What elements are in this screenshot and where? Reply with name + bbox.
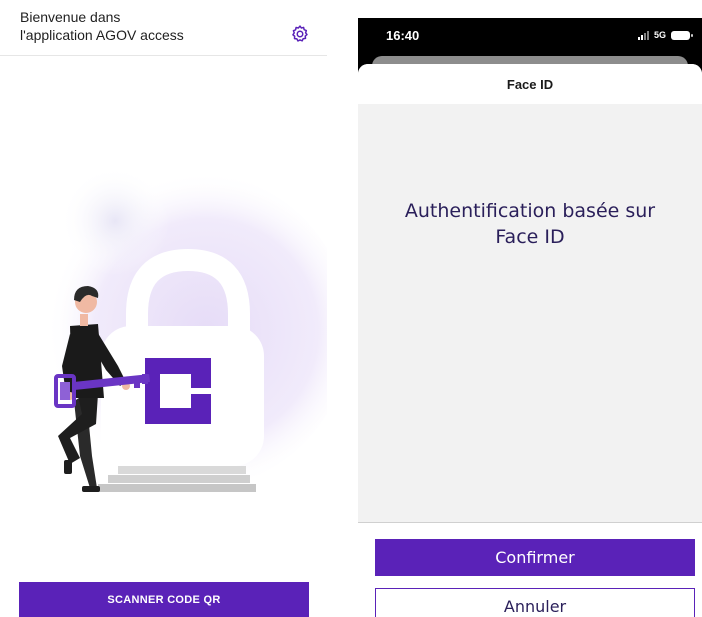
status-time: 16:40 bbox=[386, 28, 420, 43]
welcome-title: Bienvenue dans l'application AGOV access bbox=[20, 8, 260, 44]
auth-message-line-1: Authentification basée sur bbox=[404, 200, 656, 222]
battery-icon bbox=[671, 30, 693, 40]
step-middle bbox=[108, 475, 250, 483]
settings-button[interactable] bbox=[290, 24, 310, 44]
welcome-line-1: Bienvenue dans bbox=[20, 9, 121, 25]
status-indicators: 5G bbox=[637, 30, 693, 40]
gear-icon bbox=[292, 25, 308, 42]
sheet-header: Face ID bbox=[358, 64, 702, 104]
app-header: Bienvenue dans l'application AGOV access bbox=[0, 0, 327, 56]
sheet-title: Face ID bbox=[506, 76, 554, 92]
cancel-button[interactable]: Annuler bbox=[375, 588, 695, 617]
step-bottom bbox=[98, 484, 256, 492]
welcome-line-2: l'application AGOV access bbox=[20, 27, 184, 43]
scan-qr-button[interactable]: SCANNER CODE QR bbox=[19, 582, 309, 617]
face-id-screen: 16:40 5G Face ID Authentification basée … bbox=[358, 18, 702, 617]
auth-message: Authentification basée sur Face ID bbox=[358, 198, 702, 250]
status-bar: 16:40 5G bbox=[358, 18, 702, 58]
agov-home-screen: Bienvenue dans l'application AGOV access bbox=[0, 0, 327, 617]
home-body bbox=[0, 56, 327, 617]
agov-logo-mark bbox=[145, 358, 211, 424]
confirm-button[interactable]: Confirmer bbox=[375, 539, 695, 576]
auth-message-line-2: Face ID bbox=[495, 226, 565, 248]
face-id-sheet: Face ID Authentification basée sur Face … bbox=[358, 64, 702, 617]
security-illustration bbox=[30, 166, 327, 492]
network-label: 5G bbox=[653, 30, 666, 40]
sheet-divider bbox=[358, 522, 702, 523]
step-top bbox=[118, 466, 246, 474]
signal-bars-icon bbox=[637, 30, 649, 40]
sheet-content: Authentification basée sur Face ID bbox=[358, 104, 702, 522]
